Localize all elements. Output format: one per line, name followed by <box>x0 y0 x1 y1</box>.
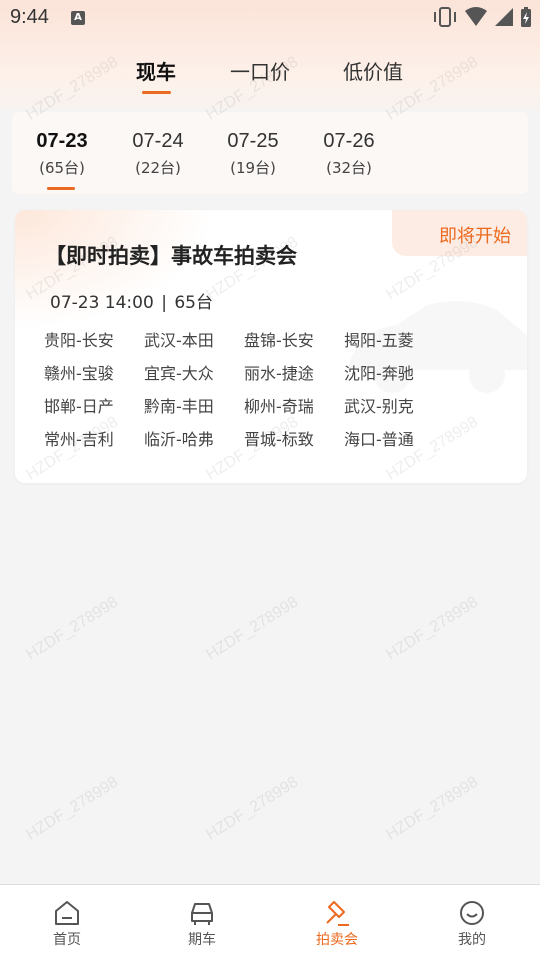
brand-item: 柳州-奇瑞 <box>244 397 314 416</box>
date-selector: 07-23 (65台) 07-24 (22台) 07-25 (19台) 07-2… <box>12 112 528 194</box>
watermark-text: HZDF_278998 <box>203 773 302 844</box>
wifi-icon <box>465 7 487 26</box>
date-day: 07-25 <box>227 130 279 152</box>
date-tab-0724[interactable]: 07-24 (22台) <box>118 130 198 178</box>
date-active-indicator <box>47 187 75 190</box>
date-count: (65台) <box>39 159 85 177</box>
meta-separator: | <box>161 293 167 313</box>
brand-item: 赣州-宝骏 <box>44 364 114 383</box>
date-tab-0725[interactable]: 07-25 (19台) <box>213 130 293 178</box>
signal-icon <box>495 8 513 26</box>
date-count: (19台) <box>230 159 276 177</box>
car-icon <box>191 903 213 925</box>
date-tab-0723[interactable]: 07-23 (65台) <box>22 130 102 178</box>
nav-label: 期车 <box>188 932 216 948</box>
home-icon <box>55 901 79 925</box>
status-bar: 9:44 A <box>0 0 540 36</box>
tab-active-indicator <box>142 91 171 94</box>
brand-item: 晋城-标致 <box>244 430 314 449</box>
nav-auction[interactable]: 拍卖会 <box>297 899 377 949</box>
status-icons <box>432 6 532 28</box>
nav-label: 我的 <box>458 932 486 948</box>
brand-item: 常州-吉利 <box>44 430 114 449</box>
watermark-text: HZDF_278998 <box>383 773 482 844</box>
notification-a-icon: A <box>71 11 85 25</box>
tab-xianche[interactable]: 现车 <box>136 56 176 85</box>
brand-item: 贵阳-长安 <box>44 331 114 350</box>
auction-hammer-icon <box>326 901 349 926</box>
status-badge: 即将开始 <box>439 226 511 247</box>
watermark-text: HZDF_278998 <box>23 593 122 664</box>
brand-item: 黔南-丰田 <box>144 397 214 416</box>
auction-count: 65台 <box>174 293 213 313</box>
nav-futures-car[interactable]: 期车 <box>162 899 242 949</box>
brand-item: 邯郸-日产 <box>44 397 114 416</box>
brand-item: 武汉-本田 <box>144 331 214 350</box>
battery-icon <box>521 7 531 27</box>
nav-label: 首页 <box>53 932 81 948</box>
brand-item: 宜宾-大众 <box>144 364 214 383</box>
brand-item: 临沂-哈弗 <box>144 430 214 449</box>
page: 9:44 A 现车 一口价 低价值 07-23 (65台) 07-24 (22台… <box>0 0 540 960</box>
vibrate-icon <box>434 7 456 27</box>
status-time: 9:44 <box>10 6 49 28</box>
nav-label: 拍卖会 <box>316 932 358 948</box>
brand-item: 盘锦-长安 <box>244 331 314 350</box>
date-count: (32台) <box>326 159 372 177</box>
date-tab-0726[interactable]: 07-26 (32台) <box>309 130 389 178</box>
watermark-text: HZDF_278998 <box>23 773 122 844</box>
nav-mine[interactable]: 我的 <box>432 899 512 949</box>
brand-item: 海口-普通 <box>344 430 414 449</box>
date-day: 07-26 <box>323 130 375 152</box>
brand-item: 沈阳-奔驰 <box>344 364 414 383</box>
auction-meta: 07-23 14:00 | 65台 <box>50 288 213 313</box>
brand-item: 揭阳-五菱 <box>344 331 414 350</box>
smile-icon <box>460 901 484 925</box>
watermark-text: HZDF_278998 <box>383 593 482 664</box>
auction-card[interactable]: 即将开始 【即时拍卖】事故车拍卖会 07-23 14:00 | 65台 贵阳-长… <box>15 210 527 483</box>
brand-item: 武汉-别克 <box>344 397 414 416</box>
nav-home[interactable]: 首页 <box>27 899 107 949</box>
top-tabs: 现车 一口价 低价值 <box>0 52 540 92</box>
auction-time: 07-23 14:00 <box>50 293 154 313</box>
auction-title: 【即时拍卖】事故车拍卖会 <box>45 244 297 268</box>
date-day: 07-23 <box>36 130 88 152</box>
tab-dijiazhi[interactable]: 低价值 <box>343 56 403 85</box>
brand-item: 丽水-捷途 <box>244 364 314 383</box>
date-day: 07-24 <box>132 130 184 152</box>
status-tag: 即将开始 <box>392 210 527 256</box>
date-count: (22台) <box>135 159 181 177</box>
brand-list: 贵阳-长安 武汉-本田 盘锦-长安 揭阳-五菱 赣州-宝骏 宜宾-大众 丽水-捷… <box>44 330 464 450</box>
tab-yikoujia[interactable]: 一口价 <box>230 56 290 85</box>
watermark-text: HZDF_278998 <box>203 593 302 664</box>
bottom-nav: 首页 期车 拍卖会 我的 <box>0 884 540 960</box>
